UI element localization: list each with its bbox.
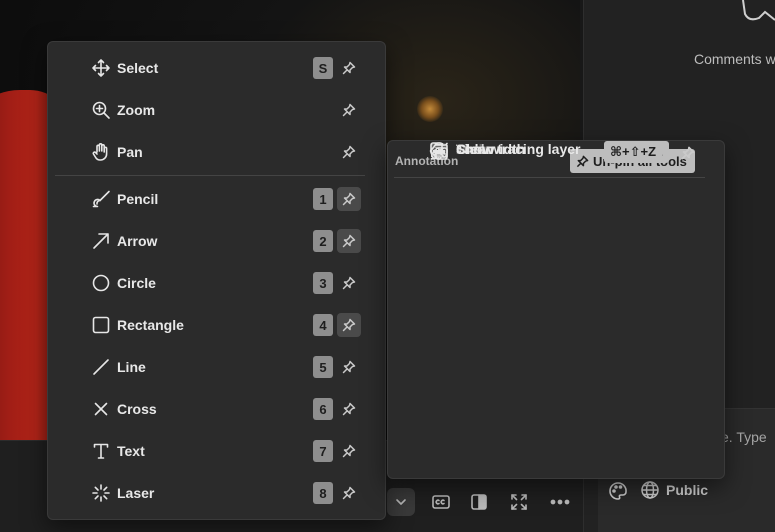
pin-button[interactable]	[337, 56, 361, 80]
pin-button[interactable]	[337, 98, 361, 122]
pin-button[interactable]	[337, 355, 361, 379]
shortcut-badge: 1	[313, 188, 333, 210]
palette-icon	[609, 482, 627, 500]
globe-icon	[641, 481, 659, 499]
pin-button[interactable]	[337, 439, 361, 463]
text-icon	[91, 441, 111, 461]
menu-item-text[interactable]: Text 7	[48, 432, 385, 470]
fullscreen-button[interactable]	[505, 488, 533, 516]
shortcut-badge: ⌘+⇧+Z	[604, 141, 663, 163]
zoom-in-icon	[91, 100, 111, 120]
pin-icon	[342, 145, 356, 159]
menu-item-laser[interactable]: Laser 8	[48, 474, 385, 512]
circle-icon	[91, 273, 111, 293]
shortcut-badge: 8	[313, 482, 333, 504]
captions-icon	[432, 495, 450, 509]
annotation-tools-menu: Select S Zoom Pan Pencil 1 Arrow 2 Circl…	[47, 41, 386, 520]
pin-icon	[342, 318, 356, 332]
pin-button[interactable]	[337, 481, 361, 505]
visibility-button[interactable]: Public	[640, 480, 708, 500]
menu-divider	[55, 175, 365, 176]
menu-item-arrow[interactable]: Arrow 2	[48, 222, 385, 260]
pin-button-active[interactable]	[337, 187, 361, 211]
menu-item-label: Text	[117, 443, 145, 459]
pin-icon	[342, 192, 356, 206]
pin-button[interactable]	[337, 140, 361, 164]
pencil-icon	[91, 189, 111, 209]
pin-icon	[342, 444, 356, 458]
video-light	[417, 96, 443, 122]
menu-item-label: Circle	[117, 275, 156, 291]
pin-icon	[342, 61, 356, 75]
shortcut-badge: 5	[313, 356, 333, 378]
line-icon	[91, 357, 111, 377]
menu-item-label: Arrow	[117, 233, 158, 249]
menu-item-pencil[interactable]: Pencil 1	[48, 180, 385, 218]
more-options-button[interactable]	[546, 488, 574, 516]
shortcut-badge: S	[313, 57, 333, 79]
menu-item-label: Pan	[117, 144, 143, 160]
hand-icon	[91, 142, 111, 162]
menu-item-select[interactable]: Select S	[48, 49, 385, 87]
annotation-menu: Annotation Un-pin all tools Tools Color …	[387, 140, 725, 479]
shortcut-badge: 3	[313, 272, 333, 294]
menu-item-label: Laser	[117, 485, 155, 501]
pin-icon	[342, 360, 356, 374]
arrow-icon	[91, 231, 111, 251]
shortcut-badge: 6	[313, 398, 333, 420]
menu-item-label: Pencil	[117, 191, 159, 207]
pin-icon	[681, 146, 695, 160]
shortcut-badge: 4	[313, 314, 333, 336]
tracing-layer-icon	[429, 141, 449, 161]
comments-illustration	[742, 0, 775, 21]
fullscreen-icon	[511, 494, 527, 510]
color-button[interactable]	[608, 481, 628, 506]
pin-button[interactable]	[676, 141, 700, 165]
menu-item-zoom[interactable]: Zoom	[48, 91, 385, 129]
shortcut-badge: 7	[313, 440, 333, 462]
menu-item-label: Zoom	[117, 102, 156, 118]
rectangle-icon	[91, 315, 111, 335]
menu-item-circle[interactable]: Circle 3	[48, 264, 385, 302]
menu-item-rectangle[interactable]: Rectangle 4	[48, 306, 385, 344]
pin-button-active[interactable]	[337, 229, 361, 253]
menu-item-label: Select	[117, 60, 159, 76]
pin-button[interactable]	[337, 271, 361, 295]
comment-placeholder: e. Type	[721, 429, 767, 445]
shortcut-badge: 2	[313, 230, 333, 252]
split-view-icon	[471, 494, 487, 510]
pin-button[interactable]	[337, 397, 361, 421]
compare-button[interactable]	[465, 488, 493, 516]
annotation-menu-toggle-button[interactable]	[387, 488, 415, 516]
menu-item-label: Rectangle	[117, 317, 184, 333]
menu-item-pan[interactable]: Pan	[48, 133, 385, 171]
menu-item-label: Line	[117, 359, 146, 375]
menu-item-line[interactable]: Line 5	[48, 348, 385, 386]
menu-item-label: Cross	[117, 401, 157, 417]
pin-icon	[342, 486, 356, 500]
visibility-label: Public	[666, 482, 709, 498]
pin-icon	[342, 276, 356, 290]
menu-item-label: Show tracing layer	[456, 141, 581, 157]
move-icon	[91, 58, 111, 78]
pin-icon	[342, 103, 356, 117]
laser-icon	[91, 483, 111, 503]
cross-icon	[91, 399, 111, 419]
menu-item-cross[interactable]: Cross 6	[48, 390, 385, 428]
pin-icon	[342, 234, 356, 248]
more-icon	[550, 499, 570, 505]
pin-button-active[interactable]	[337, 313, 361, 337]
captions-button[interactable]	[427, 488, 455, 516]
pin-icon	[342, 402, 356, 416]
comments-empty-label: Comments w	[694, 51, 775, 67]
chevron-down-icon	[396, 499, 406, 505]
menu-divider	[394, 177, 705, 178]
